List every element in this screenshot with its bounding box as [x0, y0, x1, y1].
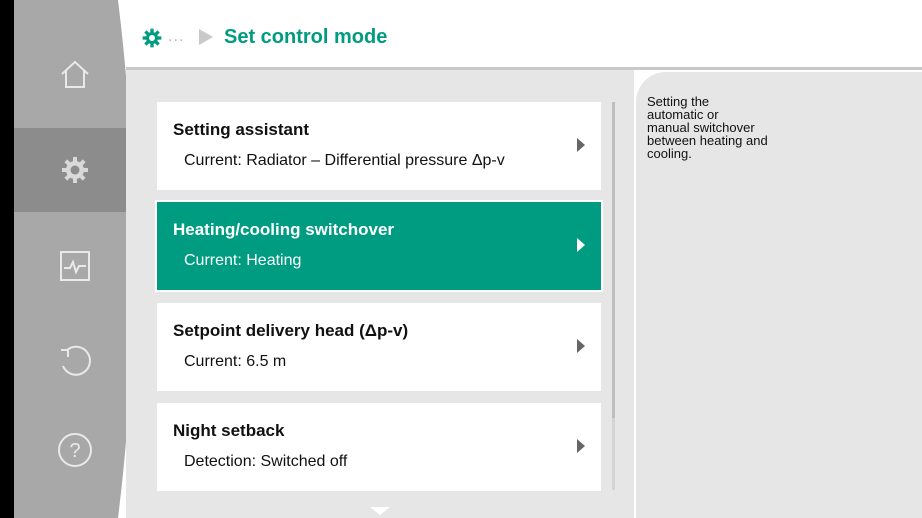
settings-breadcrumb-gear-icon[interactable] — [142, 28, 162, 48]
menu-item-title: Heating/cooling switchover — [173, 220, 395, 239]
nav-home[interactable] — [40, 44, 110, 104]
menu-item-night-setback[interactable]: Night setback Detection: Switched off — [157, 403, 601, 491]
breadcrumb-arrow-icon — [199, 29, 213, 45]
pulse-icon — [60, 251, 90, 281]
help-text: Setting the automatic or manual switchov… — [647, 94, 768, 161]
nav-settings[interactable] — [40, 140, 110, 200]
question-icon: ? — [58, 433, 92, 467]
menu-item-subtitle: Current: Heating — [184, 252, 302, 269]
nav-diagnostics[interactable] — [40, 236, 110, 296]
nav-help[interactable]: ? — [40, 420, 110, 480]
menu-item-heating-cooling-switchover[interactable]: Heating/cooling switchover Current: Heat… — [157, 202, 601, 290]
svg-text:?: ? — [69, 440, 80, 462]
home-icon — [61, 60, 89, 88]
menu-item-title: Setpoint delivery head (Δp-v) — [173, 321, 409, 340]
scrollbar-thumb[interactable] — [612, 102, 615, 418]
undo-icon — [61, 345, 91, 376]
menu-item-title: Night setback — [173, 421, 285, 440]
menu-item-setpoint-delivery-head[interactable]: Setpoint delivery head (Δp-v) Current: 6… — [157, 303, 601, 391]
chevron-right-icon — [577, 238, 585, 252]
page-title: Set control mode — [224, 26, 388, 48]
chevron-right-icon — [577, 439, 585, 453]
menu-item-subtitle: Detection: Switched off — [184, 453, 348, 470]
nav-restore[interactable] — [40, 330, 110, 390]
chevron-right-icon — [577, 339, 585, 353]
menu-item-setting-assistant[interactable]: Setting assistant Current: Radiator – Di… — [157, 102, 601, 190]
gear-icon — [62, 157, 88, 183]
breadcrumb-ellipsis: ... — [168, 28, 185, 45]
scroll-down-indicator-icon — [370, 507, 390, 515]
menu-item-subtitle: Current: 6.5 m — [184, 353, 287, 370]
menu-item-subtitle: Current: Radiator – Differential pressur… — [184, 152, 505, 169]
chevron-right-icon — [577, 138, 585, 152]
menu-item-title: Setting assistant — [173, 120, 310, 139]
